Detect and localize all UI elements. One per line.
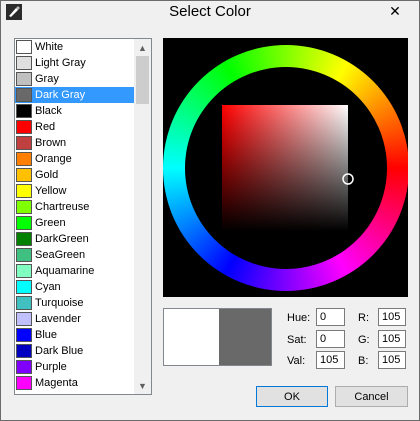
color-name: Cyan [35, 281, 61, 293]
color-swatch [16, 248, 32, 262]
sat-label: Sat: [287, 334, 307, 346]
list-item[interactable]: Aquamarine [15, 263, 134, 279]
cancel-button[interactable]: Cancel [335, 386, 408, 407]
list-item[interactable]: Green [15, 215, 134, 231]
list-item[interactable]: Black [15, 103, 134, 119]
r-label: R: [358, 312, 369, 324]
sat-field[interactable] [316, 330, 345, 348]
list-item[interactable]: Dark Gray [15, 87, 134, 103]
list-item[interactable]: Light Gray [15, 55, 134, 71]
ok-button[interactable]: OK [256, 386, 328, 407]
color-name: Black [35, 105, 62, 117]
list-item[interactable]: Turquoise [15, 295, 134, 311]
color-swatch [16, 264, 32, 278]
color-swatch [16, 72, 32, 86]
color-name: Yellow [35, 185, 67, 197]
title-bar: Select Color ✕ [1, 1, 419, 23]
color-swatch [16, 104, 32, 118]
color-swatch [16, 296, 32, 310]
color-name: Aquamarine [35, 265, 95, 277]
color-name: Purple [35, 361, 67, 373]
list-item[interactable]: Cyan [15, 279, 134, 295]
color-name: Dark Blue [35, 345, 84, 357]
color-name: Magenta [35, 377, 78, 389]
list-item[interactable]: Blue [15, 327, 134, 343]
color-name: Red [35, 121, 56, 133]
color-swatch [16, 328, 32, 342]
scroll-thumb[interactable] [136, 56, 149, 104]
color-swatch [16, 344, 32, 358]
g-field[interactable] [378, 330, 406, 348]
color-name: DarkGreen [35, 233, 89, 245]
b-label: B: [358, 355, 369, 367]
color-swatch [16, 120, 32, 134]
window-title: Select Color [169, 3, 251, 20]
color-list-items: White Light Gray Gray Dark Gray Black Red Brow… [15, 39, 134, 391]
list-item[interactable]: Magenta [15, 375, 134, 391]
list-item[interactable]: SeaGreen [15, 247, 134, 263]
g-label: G: [358, 334, 370, 346]
color-name: Turquoise [35, 297, 84, 309]
color-wheel-picker[interactable] [163, 38, 408, 297]
color-swatch [16, 40, 32, 54]
sat-val-square[interactable] [222, 105, 348, 231]
list-item[interactable]: Purple [15, 359, 134, 375]
list-item[interactable]: Lavender [15, 311, 134, 327]
color-name: Gray [35, 73, 59, 85]
color-swatch [16, 216, 32, 230]
select-color-dialog: Select Color ✕ White Light Gray Gray Dark G… [0, 0, 420, 421]
list-item[interactable]: White [15, 39, 134, 55]
color-swatch [16, 56, 32, 70]
color-name: Chartreuse [35, 201, 90, 213]
list-item[interactable]: Gold [15, 167, 134, 183]
val-label: Val: [287, 355, 306, 367]
scroll-down-icon[interactable]: ▼ [134, 377, 151, 394]
list-item[interactable]: Dark Blue [15, 343, 134, 359]
color-swatch [16, 88, 32, 102]
color-name: Light Gray [35, 57, 86, 69]
color-swatch [16, 168, 32, 182]
color-swatch [16, 376, 32, 390]
b-field[interactable] [378, 351, 406, 369]
color-swatch [16, 312, 32, 326]
list-item[interactable]: Yellow [15, 183, 134, 199]
color-swatch [16, 136, 32, 150]
hue-label: Hue: [287, 312, 311, 324]
new-color-swatch [164, 309, 220, 365]
color-name: Orange [35, 153, 72, 165]
color-name: Lavender [35, 313, 81, 325]
list-item[interactable]: Gray [15, 71, 134, 87]
list-scrollbar[interactable]: ▲ ▼ [134, 39, 151, 394]
color-name: Dark Gray [35, 89, 86, 101]
color-name: Brown [35, 137, 67, 149]
color-swatch [16, 232, 32, 246]
color-swatch [16, 152, 32, 166]
color-name: Blue [35, 329, 58, 341]
color-name: Green [35, 217, 66, 229]
color-list[interactable]: White Light Gray Gray Dark Gray Black Red Brow… [14, 38, 152, 395]
list-item[interactable]: Chartreuse [15, 199, 134, 215]
list-item[interactable]: DarkGreen [15, 231, 134, 247]
color-swatch [16, 280, 32, 294]
r-field[interactable] [378, 308, 406, 326]
list-item[interactable]: Orange [15, 151, 134, 167]
list-item[interactable]: Red [15, 119, 134, 135]
color-name: Gold [35, 169, 59, 181]
color-preview [163, 308, 272, 366]
color-swatch [16, 200, 32, 214]
color-swatch [16, 184, 32, 198]
list-item[interactable]: Brown [15, 135, 134, 151]
current-color-swatch [219, 309, 271, 365]
color-name: White [35, 41, 64, 53]
close-button[interactable]: ✕ [376, 1, 414, 21]
close-icon: ✕ [389, 2, 401, 19]
color-name: SeaGreen [35, 249, 86, 261]
scroll-up-icon[interactable]: ▲ [134, 39, 151, 56]
hue-field[interactable] [316, 308, 345, 326]
color-swatch [16, 360, 32, 374]
val-field[interactable] [316, 351, 345, 369]
